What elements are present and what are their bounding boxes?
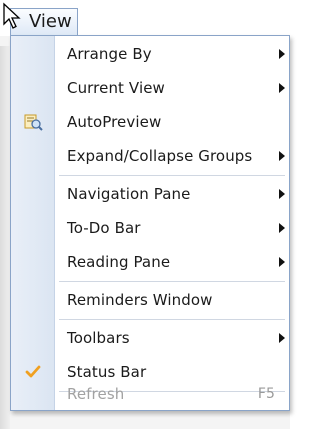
- menu-item-current-view[interactable]: Current View: [55, 73, 289, 103]
- submenu-arrow-icon: [279, 49, 285, 59]
- submenu-arrow-icon: [279, 223, 285, 233]
- menu-item-refresh: Refresh F5: [67, 385, 275, 403]
- view-menu-label: View: [29, 11, 72, 32]
- refresh-shortcut: F5: [257, 386, 275, 402]
- menu-item-expand-collapse-groups[interactable]: Expand/Collapse Groups: [55, 141, 289, 171]
- menu-item-reminders-window[interactable]: Reminders Window: [55, 285, 289, 315]
- menu-item-navigation-pane[interactable]: Navigation Pane: [55, 179, 289, 209]
- submenu-arrow-icon: [279, 151, 285, 161]
- view-dropdown-menu: Arrange By Current View AutoPreview Expa…: [10, 35, 290, 411]
- background-pane-edge: [0, 46, 10, 429]
- menu-item-arrange-by[interactable]: Arrange By: [55, 39, 289, 69]
- menu-item-reading-pane[interactable]: Reading Pane: [55, 247, 289, 277]
- menu-separator: [59, 281, 285, 282]
- menu-item-toolbars[interactable]: Toolbars: [55, 323, 289, 353]
- submenu-arrow-icon: [279, 257, 285, 267]
- menu-separator: [59, 319, 285, 320]
- submenu-arrow-icon: [279, 83, 285, 93]
- menu-separator: [59, 175, 285, 176]
- autopreview-icon: [24, 114, 43, 131]
- mouse-pointer-icon: [3, 2, 21, 29]
- submenu-arrow-icon: [279, 333, 285, 343]
- menu-item-to-do-bar[interactable]: To-Do Bar: [55, 213, 289, 243]
- submenu-arrow-icon: [279, 189, 285, 199]
- menu-bar: View: [0, 0, 290, 36]
- checkmark-icon: [25, 365, 41, 378]
- menu-item-autopreview[interactable]: AutoPreview: [55, 107, 289, 137]
- menu-icon-gutter: [11, 36, 55, 410]
